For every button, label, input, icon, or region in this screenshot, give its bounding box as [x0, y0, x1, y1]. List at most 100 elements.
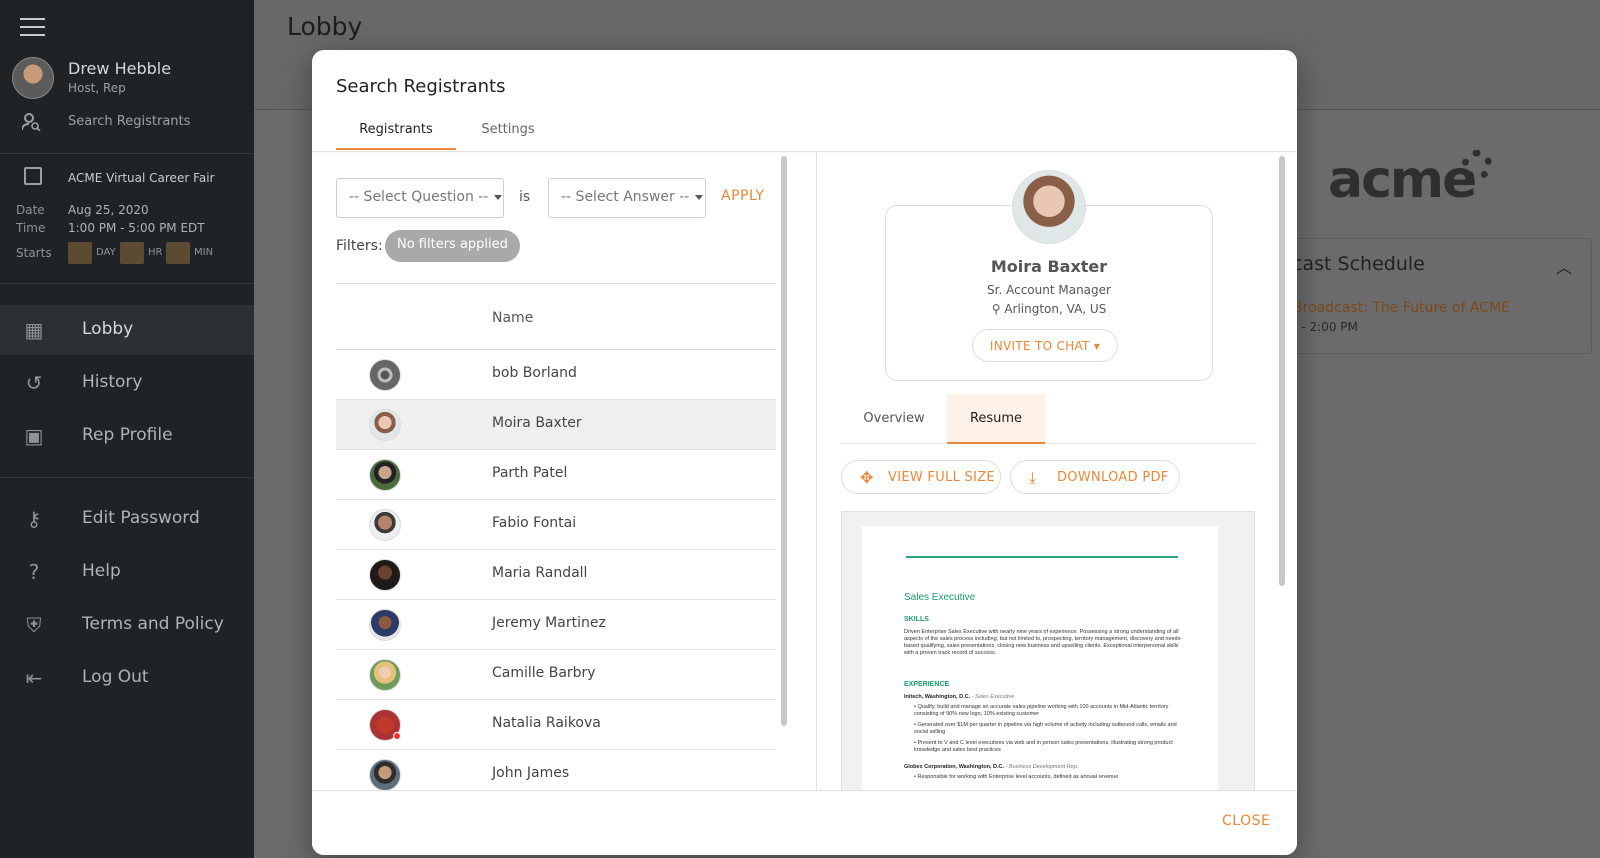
table-row[interactable]: Camille Barbry: [336, 650, 776, 700]
countdown-min-label: MIN: [194, 247, 214, 258]
table-row[interactable]: bob Borland: [336, 350, 776, 400]
avatar: [369, 459, 401, 491]
event-name: ACME Virtual Career Fair: [68, 171, 215, 185]
scrollbar-thumb[interactable]: [781, 156, 787, 726]
table-row[interactable]: Parth Patel: [336, 450, 776, 500]
online-status-badge: [393, 732, 401, 740]
select-answer-label: -- Select Answer --: [561, 189, 690, 205]
user-role: Host, Rep: [68, 81, 126, 95]
avatar: [369, 759, 401, 790]
apply-button[interactable]: APPLY: [721, 188, 764, 204]
history-icon: ↺: [25, 371, 43, 395]
countdown-hr-label: HR: [148, 247, 163, 258]
profile-pane: Moira Baxter Sr. Account Manager ⚲ Arlin…: [817, 152, 1297, 790]
countdown-day-box: [68, 242, 92, 264]
view-full-size-label: VIEW FULL SIZE: [888, 470, 995, 485]
tab-overview[interactable]: Overview: [841, 394, 947, 444]
table-row[interactable]: Maria Randall: [336, 550, 776, 600]
registrant-name: bob Borland: [492, 365, 577, 381]
gear-logo-icon: [1462, 150, 1492, 180]
nav-lobby-label: Lobby: [82, 319, 134, 339]
profile-location: ⚲ Arlington, VA, US: [817, 302, 1281, 316]
column-header-name[interactable]: Name: [492, 310, 533, 326]
tab-registrants[interactable]: Registrants: [336, 112, 456, 150]
filters-label: Filters:: [336, 238, 383, 254]
table-row[interactable]: Moira Baxter: [336, 400, 776, 450]
user-block: Drew Hebble Host, Rep: [12, 57, 242, 99]
table-row[interactable]: John James: [336, 750, 776, 790]
page-title: Lobby: [287, 12, 363, 41]
nav-logout[interactable]: ⇤ Log Out: [0, 653, 254, 703]
nav-lobby[interactable]: ▦ Lobby: [0, 305, 254, 355]
avatar: [369, 659, 401, 691]
chevron-up-icon[interactable]: ︿: [1556, 254, 1572, 278]
dashboard-icon: ▦: [24, 318, 44, 342]
resume-preview[interactable]: Sales Executive SKILLS Driven Enterprise…: [841, 511, 1255, 790]
resume-bullet: • Qualify, build and manage an accurate …: [914, 704, 1169, 717]
nav-help[interactable]: ? Help: [0, 547, 254, 597]
scrollbar-thumb[interactable]: [1279, 156, 1285, 586]
avatar: [369, 609, 401, 641]
nav-history-label: History: [82, 372, 143, 392]
table-row[interactable]: Jeremy Martinez: [336, 600, 776, 650]
search-registrants-label: Search Registrants: [68, 114, 191, 129]
calendar-icon: [24, 167, 42, 185]
table-row[interactable]: Fabio Fontai: [336, 500, 776, 550]
key-icon: ⚷: [26, 507, 42, 531]
broadcast-item-link[interactable]: e Broadcast: The Future of ACME: [1280, 300, 1510, 316]
broadcast-title: dcast Schedule: [1280, 253, 1425, 275]
nav-terms-label: Terms and Policy: [82, 614, 224, 634]
view-full-size-button[interactable]: ✥ VIEW FULL SIZE: [841, 460, 1001, 494]
nav-edit-password[interactable]: ⚷ Edit Password: [0, 494, 254, 544]
resume-page: Sales Executive SKILLS Driven Enterprise…: [862, 526, 1218, 790]
profile-photo: [1012, 170, 1086, 244]
table-row[interactable]: Natalia Raikova: [336, 700, 776, 750]
resume-job2-company: Globex Corporation, Washington, D.C.: [904, 764, 1005, 770]
profile-job-title: Sr. Account Manager: [987, 283, 1111, 297]
profile-location-text: Arlington, VA, US: [1004, 302, 1107, 316]
expand-arrows-icon: ✥: [860, 468, 874, 487]
table-top-border: [336, 283, 776, 284]
tab-settings[interactable]: Settings: [460, 112, 556, 150]
registrant-name: Maria Randall: [492, 565, 588, 581]
nav-edit-password-label: Edit Password: [82, 508, 200, 528]
nav-logout-label: Log Out: [82, 667, 149, 687]
registrant-name: Camille Barbry: [492, 665, 596, 681]
select-question-label: -- Select Question --: [349, 189, 489, 205]
acme-logo: acme: [1328, 150, 1477, 210]
starts-key: Starts: [16, 246, 52, 260]
select-question-dropdown[interactable]: -- Select Question --: [336, 178, 504, 218]
help-icon: ?: [28, 560, 40, 584]
download-pdf-button[interactable]: ⤓ DOWNLOAD PDF: [1010, 460, 1180, 494]
resume-heading: Sales Executive: [904, 592, 976, 603]
avatar: [369, 509, 401, 541]
tab-resume[interactable]: Resume: [947, 394, 1045, 444]
caret-down-icon: ▾: [1093, 339, 1101, 353]
search-registrants-link[interactable]: Search Registrants: [22, 112, 242, 132]
avatar: [369, 409, 401, 441]
download-icon: ⤓: [1029, 468, 1037, 487]
nav-history[interactable]: ↺ History: [0, 358, 254, 408]
badge-icon: ▣: [24, 424, 44, 448]
resume-job1: Initech, Washington, D.C. - Sales Execut…: [904, 694, 1014, 700]
avatar: [369, 359, 401, 391]
resume-bullet-text: Responsible for working with Enterprise …: [917, 774, 1119, 780]
nav-rep-profile[interactable]: ▣ Rep Profile: [0, 411, 254, 461]
download-pdf-label: DOWNLOAD PDF: [1057, 470, 1169, 485]
close-button[interactable]: CLOSE: [1222, 813, 1270, 829]
divider: [0, 153, 254, 154]
caret-down-icon: [494, 194, 503, 200]
caret-down-icon: [695, 194, 704, 200]
nav-rep-profile-label: Rep Profile: [82, 425, 173, 445]
date-key: Date: [16, 203, 45, 217]
nav-terms[interactable]: ⛨ Terms and Policy: [0, 600, 254, 650]
hamburger-menu-icon[interactable]: [20, 18, 45, 42]
modal-title: Search Registrants: [336, 76, 506, 97]
invite-to-chat-button[interactable]: INVITE TO CHAT ▾: [972, 329, 1118, 362]
registrants-pane: -- Select Question -- is -- Select Answe…: [312, 152, 790, 790]
avatar: [369, 559, 401, 591]
is-label: is: [519, 189, 531, 205]
select-answer-dropdown[interactable]: -- Select Answer --: [548, 178, 706, 218]
divider: [0, 283, 254, 284]
map-pin-icon: ⚲: [991, 302, 1001, 316]
